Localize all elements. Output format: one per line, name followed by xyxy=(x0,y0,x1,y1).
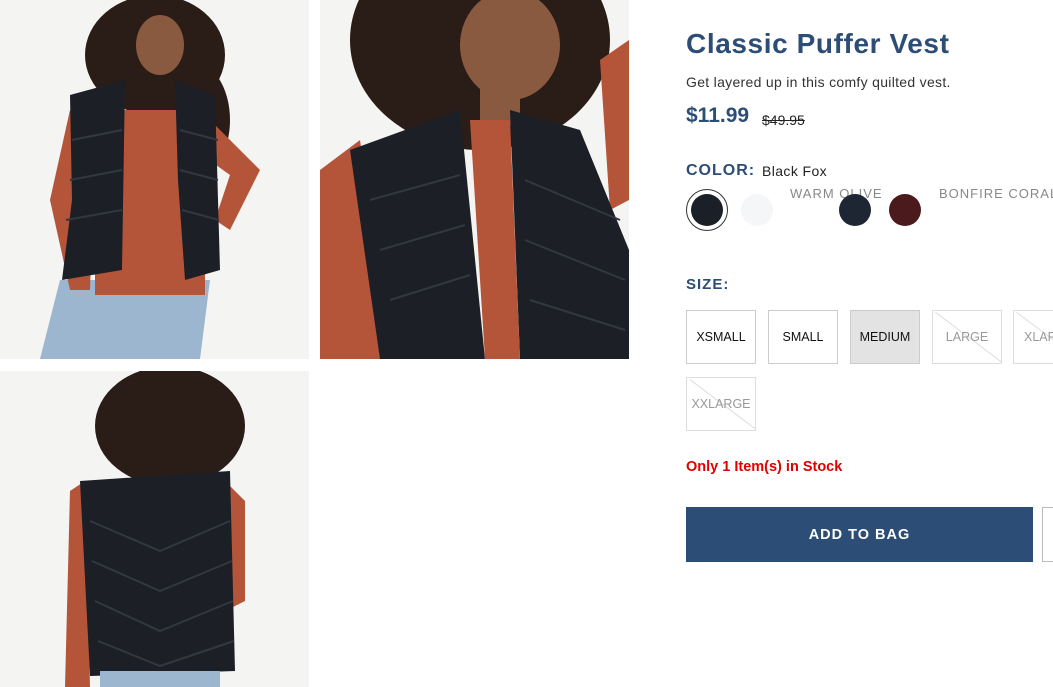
size-option-label: SMALL xyxy=(782,330,824,344)
product-title: Classic Puffer Vest xyxy=(686,28,950,59)
size-option-xlarge[interactable]: XLARGE xyxy=(1013,310,1053,364)
product-subtitle: Get layered up in this comfy quilted ves… xyxy=(686,74,951,90)
size-option-medium[interactable]: MEDIUM xyxy=(850,310,920,364)
size-option-xsmall[interactable]: XSMALL xyxy=(686,310,756,364)
color-swatch-bonfire-coral[interactable]: BONFIRE CORAL xyxy=(939,186,1053,201)
color-swatch-black-fox[interactable] xyxy=(686,189,728,231)
stock-message: Only 1 Item(s) in Stock xyxy=(686,459,843,475)
original-price: $49.95 xyxy=(762,112,805,128)
model-back-illustration xyxy=(0,371,309,687)
size-label: SIZE: xyxy=(686,276,730,293)
swatch-dot xyxy=(691,194,723,226)
size-option-label: MEDIUM xyxy=(859,330,911,344)
model-front-illustration xyxy=(0,0,309,359)
size-option-xxlarge[interactable]: XXLARGE xyxy=(686,377,756,431)
product-image-back[interactable] xyxy=(0,371,309,687)
product-info-panel: Classic Puffer Vest Get layered up in th… xyxy=(686,0,1053,687)
color-swatch-burgundy[interactable] xyxy=(889,194,921,226)
model-closeup-illustration xyxy=(320,0,629,359)
color-swatch-warm-olive[interactable]: WARM OLIVE xyxy=(790,186,883,201)
color-label: COLOR: xyxy=(686,162,756,179)
wishlist-button[interactable] xyxy=(1042,507,1053,562)
selected-color-name: Black Fox xyxy=(762,163,828,179)
product-image-front[interactable] xyxy=(0,0,309,359)
product-image-closeup[interactable] xyxy=(320,0,629,359)
size-option-label: XLARGE xyxy=(1024,330,1053,344)
size-option-small[interactable]: SMALL xyxy=(768,310,838,364)
size-option-large[interactable]: LARGE xyxy=(932,310,1002,364)
color-swatch-navy[interactable] xyxy=(839,194,871,226)
size-option-label: XXLARGE xyxy=(691,397,751,411)
size-option-label: LARGE xyxy=(945,330,989,344)
add-to-bag-button[interactable]: ADD TO BAG xyxy=(686,507,1033,562)
size-option-label: XSMALL xyxy=(696,330,746,344)
color-swatch-white[interactable] xyxy=(741,194,773,226)
sale-price: $11.99 xyxy=(686,104,750,127)
